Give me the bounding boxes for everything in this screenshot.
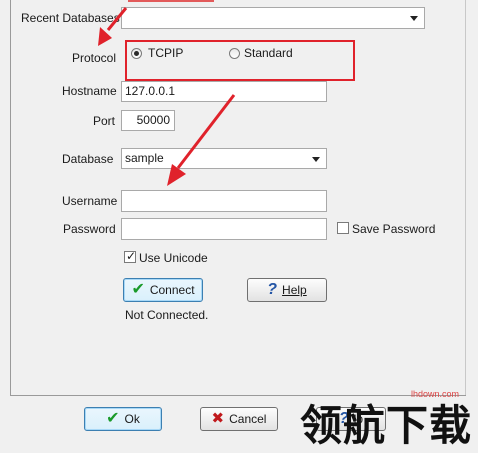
- cancel-button-label: Cancel: [229, 412, 267, 426]
- red-x-icon: ✖: [211, 410, 225, 427]
- arrow-to-username: [167, 94, 236, 186]
- annotation-arrows: [98, 7, 236, 186]
- ok-button[interactable]: ✔ Ok: [84, 407, 162, 431]
- arrow-to-protocol: [98, 7, 128, 46]
- watermark-logo: 领航下载: [300, 401, 473, 450]
- cancel-button[interactable]: ✖ Cancel: [200, 407, 278, 431]
- ok-button-label: Ok: [124, 412, 140, 426]
- green-check-icon: ✔: [106, 410, 120, 427]
